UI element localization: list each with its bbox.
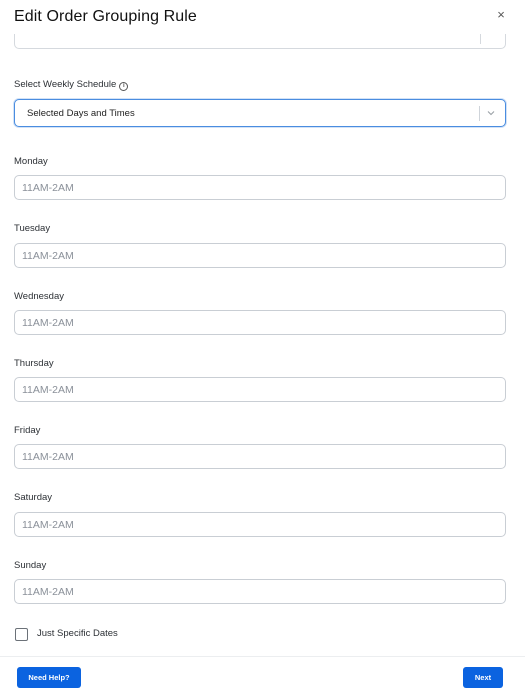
wednesday-hours-input[interactable] — [14, 310, 506, 335]
thursday-label: Thursday — [14, 358, 54, 369]
specific-dates-checkbox[interactable] — [15, 628, 28, 641]
saturday-hours-input[interactable] — [14, 512, 506, 537]
footer-divider — [0, 656, 525, 657]
monday-label: Monday — [14, 156, 48, 167]
sunday-hours-input[interactable] — [14, 579, 506, 604]
wednesday-label: Wednesday — [14, 291, 64, 302]
monday-hours-input[interactable] — [14, 175, 506, 200]
saturday-label: Saturday — [14, 492, 53, 503]
chevron-down-icon[interactable] — [485, 107, 497, 119]
weekly-schedule-selected-value: Selected Days and Times — [27, 108, 135, 119]
sunday-label: Sunday — [14, 560, 47, 571]
modal-header: Edit Order Grouping Rule × — [0, 0, 525, 34]
previous-field-separator — [480, 34, 481, 44]
need-help-button[interactable]: Need Help? — [17, 667, 81, 688]
weekly-schedule-select[interactable]: Selected Days and Times — [14, 99, 506, 127]
tuesday-hours-input[interactable] — [14, 243, 506, 268]
close-icon[interactable]: × — [494, 8, 508, 22]
info-icon[interactable]: i — [119, 82, 129, 91]
thursday-hours-input[interactable] — [14, 377, 506, 402]
weekly-schedule-label-text: Select Weekly Schedule — [14, 79, 117, 90]
specific-dates-label: Just Specific Dates — [37, 628, 118, 639]
select-separator — [479, 106, 480, 121]
friday-hours-input[interactable] — [14, 444, 506, 469]
next-button[interactable]: Next — [463, 667, 503, 688]
modal-title: Edit Order Grouping Rule — [14, 8, 197, 25]
tuesday-label: Tuesday — [14, 223, 51, 234]
friday-label: Friday — [14, 425, 41, 436]
weekly-schedule-label: Select Weekly Schedule i — [14, 79, 129, 91]
